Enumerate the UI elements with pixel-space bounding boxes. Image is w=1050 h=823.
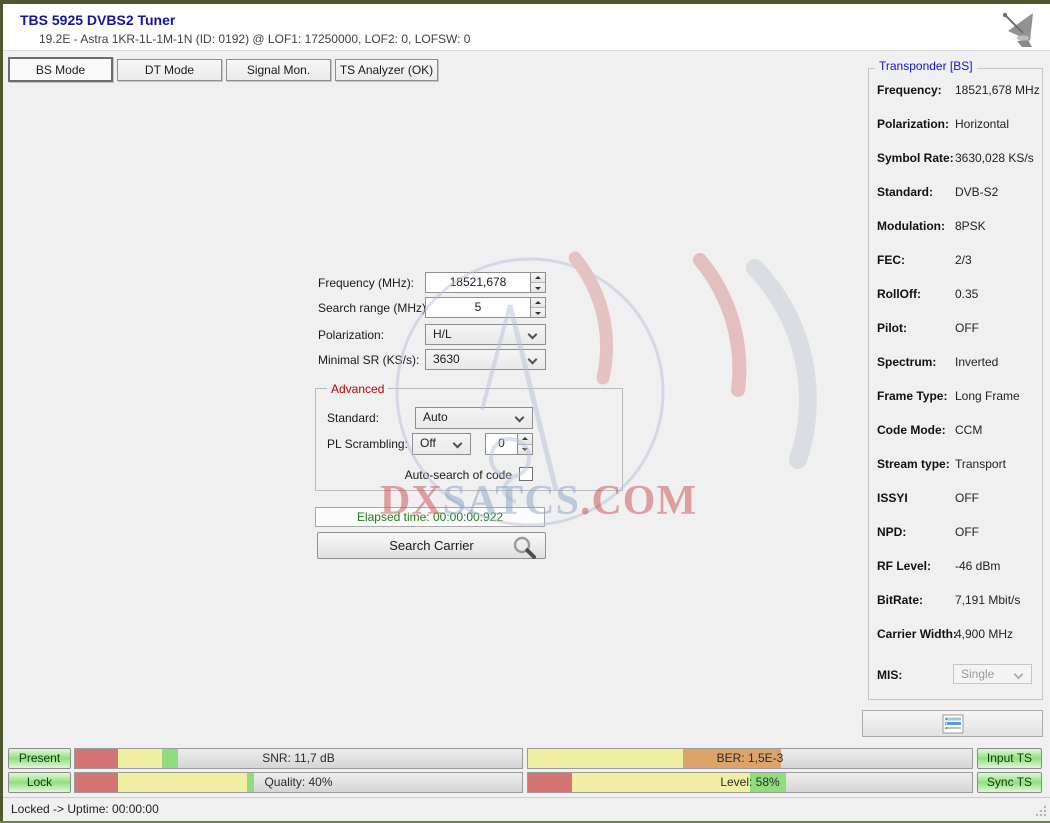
tp-row-frame-type: Frame Type:Long Frame	[877, 389, 1039, 405]
magnifier-icon	[512, 535, 537, 560]
tp-row-stream-type: Stream type:Transport	[877, 457, 1039, 473]
chevron-down-icon	[528, 355, 538, 365]
spin-up-icon[interactable]	[531, 273, 545, 283]
tp-row-pilot: Pilot:OFF	[877, 321, 1039, 337]
minimal-sr-select[interactable]: 3630	[425, 349, 546, 370]
tp-row-modulation: Modulation:8PSK	[877, 219, 1039, 235]
spin-down-icon[interactable]	[518, 445, 532, 455]
tp-row-npd: NPD:OFF	[877, 525, 1039, 541]
level-meter-label: Level: 58%	[528, 773, 972, 792]
tp-row-fec: FEC:2/3	[877, 253, 1039, 269]
tp-row-bitrate: BitRate:7,191 Mbit/s	[877, 593, 1039, 609]
quality-meter: Quality: 40%	[74, 772, 523, 793]
tab-ts-analyzer[interactable]: TS Analyzer (OK)	[335, 59, 438, 81]
tab-bs-mode[interactable]: BS Mode	[8, 57, 113, 82]
spin-down-icon[interactable]	[531, 283, 545, 292]
mis-select: Single	[953, 664, 1032, 684]
autosearch-checkbox[interactable]	[519, 467, 533, 481]
frequency-input[interactable]: 18521,678	[425, 272, 546, 293]
search-carrier-button[interactable]: Search Carrier	[317, 532, 546, 559]
spin-up-icon[interactable]	[518, 434, 532, 445]
transponder-title: Transponder [BS]	[875, 59, 977, 73]
lock-indicator: Lock	[8, 772, 71, 793]
chevron-down-icon	[453, 439, 463, 449]
header: TBS 5925 DVBS2 Tuner 19.2E - Astra 1KR-1…	[3, 4, 1050, 51]
page-title: TBS 5925 DVBS2 Tuner	[20, 12, 175, 28]
status-text: Locked -> Uptime: 00:00:00	[11, 802, 159, 816]
advanced-title: Advanced	[327, 382, 388, 396]
polarization-label: Polarization:	[318, 328, 384, 342]
pl-scrambling-select[interactable]: Off	[412, 433, 471, 455]
status-bar: Locked -> Uptime: 00:00:00	[3, 797, 1050, 821]
tp-row-polarization: Polarization:Horizontal	[877, 117, 1039, 133]
tp-row-frequency: Frequency:18521,678 MHz	[877, 83, 1039, 99]
tab-signal-mon[interactable]: Signal Mon.	[226, 59, 331, 81]
standard-select[interactable]: Auto	[415, 407, 533, 429]
present-indicator: Present	[8, 748, 71, 769]
satellite-dish-icon	[996, 8, 1040, 53]
level-meter: Level: 58%	[527, 772, 973, 793]
chevron-down-icon	[528, 330, 538, 340]
frequency-label: Frequency (MHz):	[318, 276, 414, 290]
search-range-label: Search range (MHz):	[318, 301, 429, 315]
tp-row-spectrum: Spectrum:Inverted	[877, 355, 1039, 371]
pl-scrambling-label: PL Scrambling:	[327, 437, 408, 451]
sync-ts-indicator: Sync TS	[977, 772, 1042, 793]
satellite-subtitle: 19.2E - Astra 1KR-1L-1M-1N (ID: 0192) @ …	[39, 32, 470, 46]
ber-meter-label: BER: 1,5E-3	[528, 749, 972, 768]
tp-row-issyi: ISSYIOFF	[877, 491, 1039, 507]
chevron-down-icon	[1014, 670, 1024, 680]
standard-label: Standard:	[327, 411, 379, 425]
quality-meter-label: Quality: 40%	[75, 773, 522, 792]
search-range-input[interactable]: 5	[425, 297, 546, 318]
spin-up-icon[interactable]	[531, 298, 545, 308]
spin-down-icon[interactable]	[531, 308, 545, 317]
tp-row-code-mode: Code Mode:CCM	[877, 423, 1039, 439]
resize-grip[interactable]	[1034, 804, 1048, 818]
tp-row-rf-level: RF Level:-46 dBm	[877, 559, 1039, 575]
elapsed-time-bar: Elapsed time: 00:00:00:922	[315, 507, 545, 527]
autosearch-label: Auto-search of code	[330, 468, 512, 482]
ber-meter: BER: 1,5E-3	[527, 748, 973, 769]
tp-row-standard: Standard:DVB-S2	[877, 185, 1039, 201]
tp-row-rolloff: RollOff:0.35	[877, 287, 1039, 303]
tab-dt-mode[interactable]: DT Mode	[117, 59, 222, 81]
pl-code-spinner[interactable]	[517, 434, 532, 454]
minimal-sr-label: Minimal SR (KS/s):	[318, 353, 419, 367]
search-range-spinner[interactable]	[530, 298, 545, 317]
input-ts-indicator: Input TS	[977, 748, 1042, 769]
tp-row-carrier-width: Carrier Width:4,900 MHz	[877, 627, 1039, 643]
transport-stream-button[interactable]	[862, 710, 1043, 737]
window-border-top	[0, 0, 1050, 4]
chevron-down-icon	[515, 413, 525, 423]
frequency-spinner[interactable]	[530, 273, 545, 292]
window-border-left	[0, 0, 3, 823]
pl-code-input[interactable]: 0	[485, 433, 533, 455]
ts-list-icon	[942, 714, 964, 734]
snr-meter: SNR: 11,7 dB	[74, 748, 523, 769]
mis-label: MIS:	[877, 668, 902, 682]
polarization-select[interactable]: H/L	[425, 324, 546, 345]
tuner-window: TBS 5925 DVBS2 Tuner 19.2E - Astra 1KR-1…	[0, 0, 1050, 823]
tp-row-symbol-rate: Symbol Rate:3630,028 KS/s	[877, 151, 1039, 167]
snr-meter-label: SNR: 11,7 dB	[75, 749, 522, 768]
